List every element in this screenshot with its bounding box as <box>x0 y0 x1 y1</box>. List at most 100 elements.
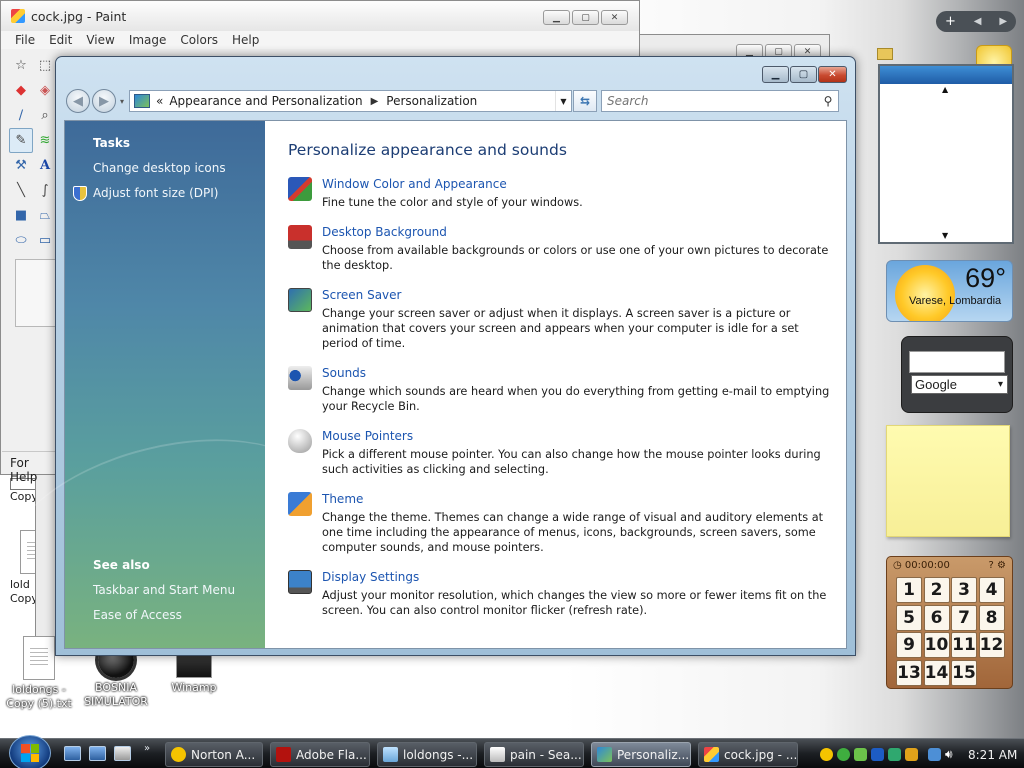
puzzle-tile[interactable]: 12 <box>978 632 1005 658</box>
puzzle-tile[interactable]: 4 <box>978 577 1005 603</box>
display-settings-link[interactable]: Display Settings <box>322 570 836 585</box>
airbrush-icon[interactable]: ⚒ <box>9 153 33 178</box>
window-color-link[interactable]: Window Color and Appearance <box>322 177 836 192</box>
update-tray-icon[interactable] <box>888 748 901 761</box>
search-box[interactable]: ⚲ <box>601 90 839 112</box>
sounds-link[interactable]: Sounds <box>322 366 836 381</box>
see-also-ease-of-access[interactable]: Ease of Access <box>93 608 182 622</box>
brush-icon[interactable]: ≋ <box>33 128 57 153</box>
puzzle-tile[interactable]: 10 <box>923 632 950 658</box>
breadcrumb-appearance[interactable]: Appearance and Personalization <box>169 94 362 108</box>
menu-colors[interactable]: Colors <box>180 33 218 47</box>
address-dropdown[interactable]: ▼ <box>555 91 571 111</box>
norton-tray-icon[interactable] <box>820 748 833 761</box>
menu-view[interactable]: View <box>86 33 114 47</box>
users-tray-icon[interactable] <box>854 748 867 761</box>
puzzle-help-icon[interactable]: ? <box>989 560 994 571</box>
desktop-icon-winamp[interactable]: Winamp <box>155 652 233 695</box>
menu-help[interactable]: Help <box>232 33 259 47</box>
taskbar-button-norton[interactable]: Norton A... <box>165 742 263 767</box>
rectangle-icon[interactable]: ■ <box>9 203 33 228</box>
puzzle-tile[interactable]: 1 <box>896 577 922 603</box>
personalization-window[interactable]: ▁ ▢ ✕ ◀ ▶ ▾ « Appearance and Personaliza… <box>55 56 856 656</box>
search-engine-select[interactable]: Google <box>911 375 1008 394</box>
puzzle-tile[interactable]: 7 <box>951 604 977 631</box>
breadcrumb-personalization[interactable]: Personalization <box>386 94 477 108</box>
address-bar[interactable]: « Appearance and Personalization ▶ Perso… <box>129 90 572 112</box>
puzzle-tile[interactable]: 2 <box>923 577 950 603</box>
menu-file[interactable]: File <box>15 33 35 47</box>
forward-button[interactable]: ▶ <box>92 89 116 113</box>
weather-gadget[interactable]: 69° Varese, Lombardia <box>886 260 1013 322</box>
eyedropper-icon[interactable]: ∕ <box>9 103 33 128</box>
puzzle-tile[interactable]: 13 <box>896 659 922 686</box>
recent-pages-dropdown[interactable]: ▾ <box>117 97 127 106</box>
puzzle-empty-slot[interactable] <box>979 660 1005 686</box>
fill-icon[interactable]: ◈ <box>33 78 57 103</box>
puzzle-tile[interactable]: 5 <box>896 604 922 631</box>
show-desktop-icon[interactable] <box>64 746 81 761</box>
menu-edit[interactable]: Edit <box>49 33 72 47</box>
puzzle-tile[interactable]: 8 <box>978 604 1005 631</box>
theme-link[interactable]: Theme <box>322 492 836 507</box>
task-change-desktop-icons[interactable]: Change desktop icons <box>93 161 226 175</box>
taskbar-button-paint[interactable]: cock.jpg - ... <box>698 742 798 767</box>
puzzle-tile[interactable]: 3 <box>951 577 977 603</box>
breadcrumb-separator-icon[interactable]: ▶ <box>371 96 379 107</box>
puzzle-tile[interactable]: 9 <box>896 632 922 658</box>
puzzle-tile[interactable]: 15 <box>951 659 977 686</box>
see-also-taskbar-start-menu[interactable]: Taskbar and Start Menu <box>93 583 235 597</box>
close-button[interactable]: ✕ <box>818 66 847 83</box>
feed-headlines-gadget[interactable]: ▲ ▼ <box>878 64 1014 244</box>
taskbar-button-loldongs[interactable]: loldongs -... <box>377 742 477 767</box>
task-adjust-font-size[interactable]: Adjust font size (DPI) <box>93 186 218 200</box>
rect-select-icon[interactable]: ⬚ <box>33 53 57 78</box>
line-icon[interactable]: ╲ <box>9 178 33 203</box>
text-icon[interactable]: A <box>33 153 57 178</box>
mouse-pointers-link[interactable]: Mouse Pointers <box>322 429 836 444</box>
network-tray-icon[interactable] <box>928 748 941 761</box>
volume-tray-icon[interactable]: 🔊︎ <box>945 748 958 761</box>
desktop-background-link[interactable]: Desktop Background <box>322 225 836 240</box>
flash-tray-icon[interactable] <box>905 748 918 761</box>
rounded-rect-icon[interactable]: ▭ <box>33 228 57 253</box>
menu-image[interactable]: Image <box>129 33 167 47</box>
clock[interactable]: 8:21 AM <box>968 748 1017 762</box>
start-button[interactable] <box>9 735 51 768</box>
switch-windows-icon[interactable] <box>89 746 106 761</box>
taskbar-button-personalization[interactable]: Personaliz... <box>591 742 691 767</box>
taskbar-button-pain-search[interactable]: pain - Sea... <box>484 742 584 767</box>
pencil-icon[interactable]: ✎ <box>9 128 33 153</box>
minimize-button[interactable]: ▁ <box>543 10 570 25</box>
polygon-icon[interactable]: ⏢ <box>33 203 57 228</box>
ellipse-icon[interactable]: ⬭ <box>9 228 33 253</box>
calculator-icon[interactable] <box>114 746 131 761</box>
messenger-tray-icon[interactable] <box>837 748 850 761</box>
maximize-button[interactable]: ▢ <box>790 66 817 83</box>
curve-icon[interactable]: ∫ <box>33 178 57 203</box>
free-select-icon[interactable]: ☆ <box>9 53 33 78</box>
taskbar-button-adobe-flash[interactable]: Adobe Fla... <box>270 742 370 767</box>
puzzle-tile[interactable]: 11 <box>951 632 977 658</box>
search-icon[interactable]: ⚲ <box>818 94 838 108</box>
next-icon[interactable]: ▶ <box>999 16 1007 27</box>
back-button[interactable]: ◀ <box>66 89 90 113</box>
eraser-icon[interactable]: ◆ <box>9 78 33 103</box>
screen-saver-link[interactable]: Screen Saver <box>322 288 836 303</box>
gadget-search-input[interactable] <box>909 351 1005 373</box>
scroll-down-icon[interactable]: ▼ <box>942 231 948 240</box>
minimize-button[interactable]: ▁ <box>762 66 789 83</box>
puzzle-tile[interactable]: 14 <box>923 659 950 686</box>
breadcrumb-overflow[interactable]: « <box>156 94 163 108</box>
previous-icon[interactable]: ◀ <box>974 16 982 27</box>
refresh-button[interactable]: ⇆ <box>573 90 597 112</box>
maximize-button[interactable]: ▢ <box>572 10 599 25</box>
scroll-up-icon[interactable]: ▲ <box>942 85 948 94</box>
puzzle-tile[interactable]: 6 <box>923 604 950 631</box>
close-button[interactable]: ✕ <box>601 10 628 25</box>
quick-launch-overflow-icon[interactable]: » <box>144 743 150 754</box>
add-gadget-icon[interactable]: + <box>945 14 956 29</box>
magnifier-icon[interactable]: ⌕ <box>33 103 57 128</box>
notes-gadget[interactable] <box>886 425 1010 537</box>
search-input[interactable] <box>602 94 818 108</box>
